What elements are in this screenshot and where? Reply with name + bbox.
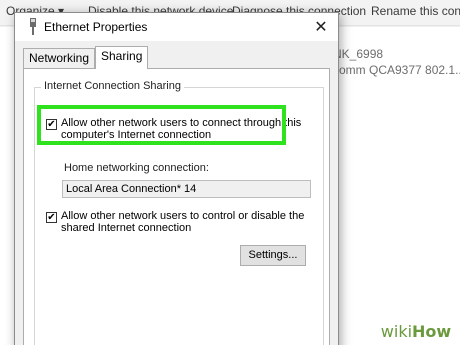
dialog-titlebar[interactable]: Ethernet Properties ✕ [15, 13, 338, 41]
adapter-description: comm QCA9377 802.1... [333, 63, 460, 77]
tab-sharing[interactable]: Sharing [95, 46, 149, 69]
checkmark-icon: ✔ [47, 212, 56, 223]
logo-part-how: How [412, 321, 452, 341]
home-network-select[interactable]: Local Area Connection* 14 [62, 180, 311, 198]
wikihow-logo: wiki How [372, 317, 460, 345]
allow-control-checkbox[interactable]: ✔ [46, 212, 57, 223]
home-network-label: Home networking connection: [64, 162, 209, 174]
group-title: Internet Connection Sharing [41, 80, 184, 92]
adapter-name[interactable]: NK_6998 [333, 47, 383, 61]
settings-button[interactable]: Settings... [240, 245, 306, 266]
close-button[interactable]: ✕ [308, 15, 334, 39]
dialog-title: Ethernet Properties [44, 20, 148, 34]
close-icon: ✕ [314, 19, 328, 36]
allow-control-label-line2[interactable]: shared Internet connection [61, 222, 191, 234]
ethernet-icon [30, 18, 36, 35]
allow-connect-label-line1[interactable]: Allow other network users to connect thr… [61, 117, 301, 129]
allow-connect-checkbox[interactable]: ✔ [46, 119, 57, 130]
tab-bar: Networking Sharing [23, 46, 323, 69]
logo-part-wiki: wiki [380, 321, 413, 341]
sharing-panel: Internet Connection Sharing ✔ Allow othe… [23, 68, 330, 345]
tab-networking[interactable]: Networking [23, 48, 96, 68]
allow-connect-label-line2[interactable]: computer's Internet connection [61, 129, 211, 141]
rename-connection-button[interactable]: Rename this con [371, 4, 460, 18]
internet-connection-sharing-group: Internet Connection Sharing ✔ Allow othe… [34, 80, 324, 345]
allow-control-label-line1[interactable]: Allow other network users to control or … [61, 210, 304, 222]
checkmark-icon: ✔ [47, 119, 56, 130]
ethernet-properties-dialog: Ethernet Properties ✕ Networking Sharing… [14, 12, 339, 345]
